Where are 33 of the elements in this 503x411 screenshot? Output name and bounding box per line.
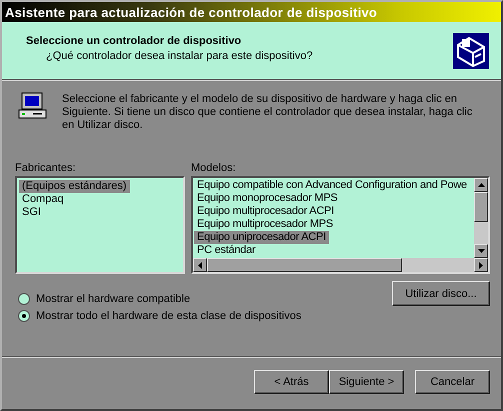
horizontal-scrollbar[interactable] [193, 258, 488, 272]
model-item[interactable]: Equipo uniprocesador ACPI [194, 231, 329, 244]
radio-label[interactable]: Mostrar todo el hardware de esta clase de dispositivos [36, 310, 302, 322]
radio-button[interactable] [18, 293, 30, 305]
hardware-box-icon [453, 32, 489, 68]
manufacturer-item[interactable]: (Equipos estándares) [19, 180, 130, 193]
manufacturers-label: Fabricantes: [15, 162, 77, 174]
model-item[interactable]: PC estándar [194, 244, 258, 257]
window-title: Asistente para actualización de controlador de dispositivo [5, 4, 378, 20]
wizard-button[interactable]: Siguiente > [329, 370, 404, 394]
right-arrow-icon[interactable] [479, 262, 483, 268]
left-arrow-icon[interactable] [198, 262, 202, 268]
manufacturers-list[interactable]: (Equipos estándares) Compaq SGI [15, 176, 185, 274]
instructions-text: Seleccione el fabricante y el modelo de su dispositivo de hardware y haga clic en Siguiente. Si tiene un disco que contiene el controlador que desea instalar, haga clic en Utilizar disco. [62, 93, 474, 132]
model-item[interactable]: Equipo multiprocesador MPS [194, 218, 336, 231]
model-item[interactable]: Equipo multiprocesador ACPI [194, 205, 337, 218]
vertical-scrollbar[interactable] [474, 178, 488, 258]
radio-button[interactable] [18, 310, 30, 322]
have-disk-button[interactable]: Utilizar disco... [392, 281, 490, 306]
down-arrow-icon[interactable] [478, 249, 484, 253]
manufacturer-item[interactable]: Compaq [19, 193, 67, 206]
wizard-button[interactable]: < Atrás [254, 370, 329, 394]
models-label: Modelos: [191, 162, 237, 174]
up-arrow-icon[interactable] [478, 183, 484, 187]
computer-icon [18, 92, 48, 120]
header-subtitle: ¿Qué controlador desea instalar para este dispositivo? [45, 50, 313, 62]
header-title: Seleccione un controlador de dispositivo [26, 35, 242, 47]
models-list[interactable]: Equipo compatible con Advanced Configuration and Powe Equipo monoprocesador MPS Equipo multiprocesador ACPI Equipo multiprocesador MPS Equipo uniprocesador ACPI PC estándar [191, 176, 490, 274]
model-item[interactable]: Equipo compatible con Advanced Configuration and Powe [194, 179, 470, 192]
manufacturer-item[interactable]: SGI [19, 206, 44, 219]
model-item[interactable]: Equipo monoprocesador MPS [194, 192, 340, 205]
radio-label[interactable]: Mostrar el hardware compatible [36, 293, 190, 305]
wizard-button[interactable]: Cancelar [415, 370, 490, 394]
